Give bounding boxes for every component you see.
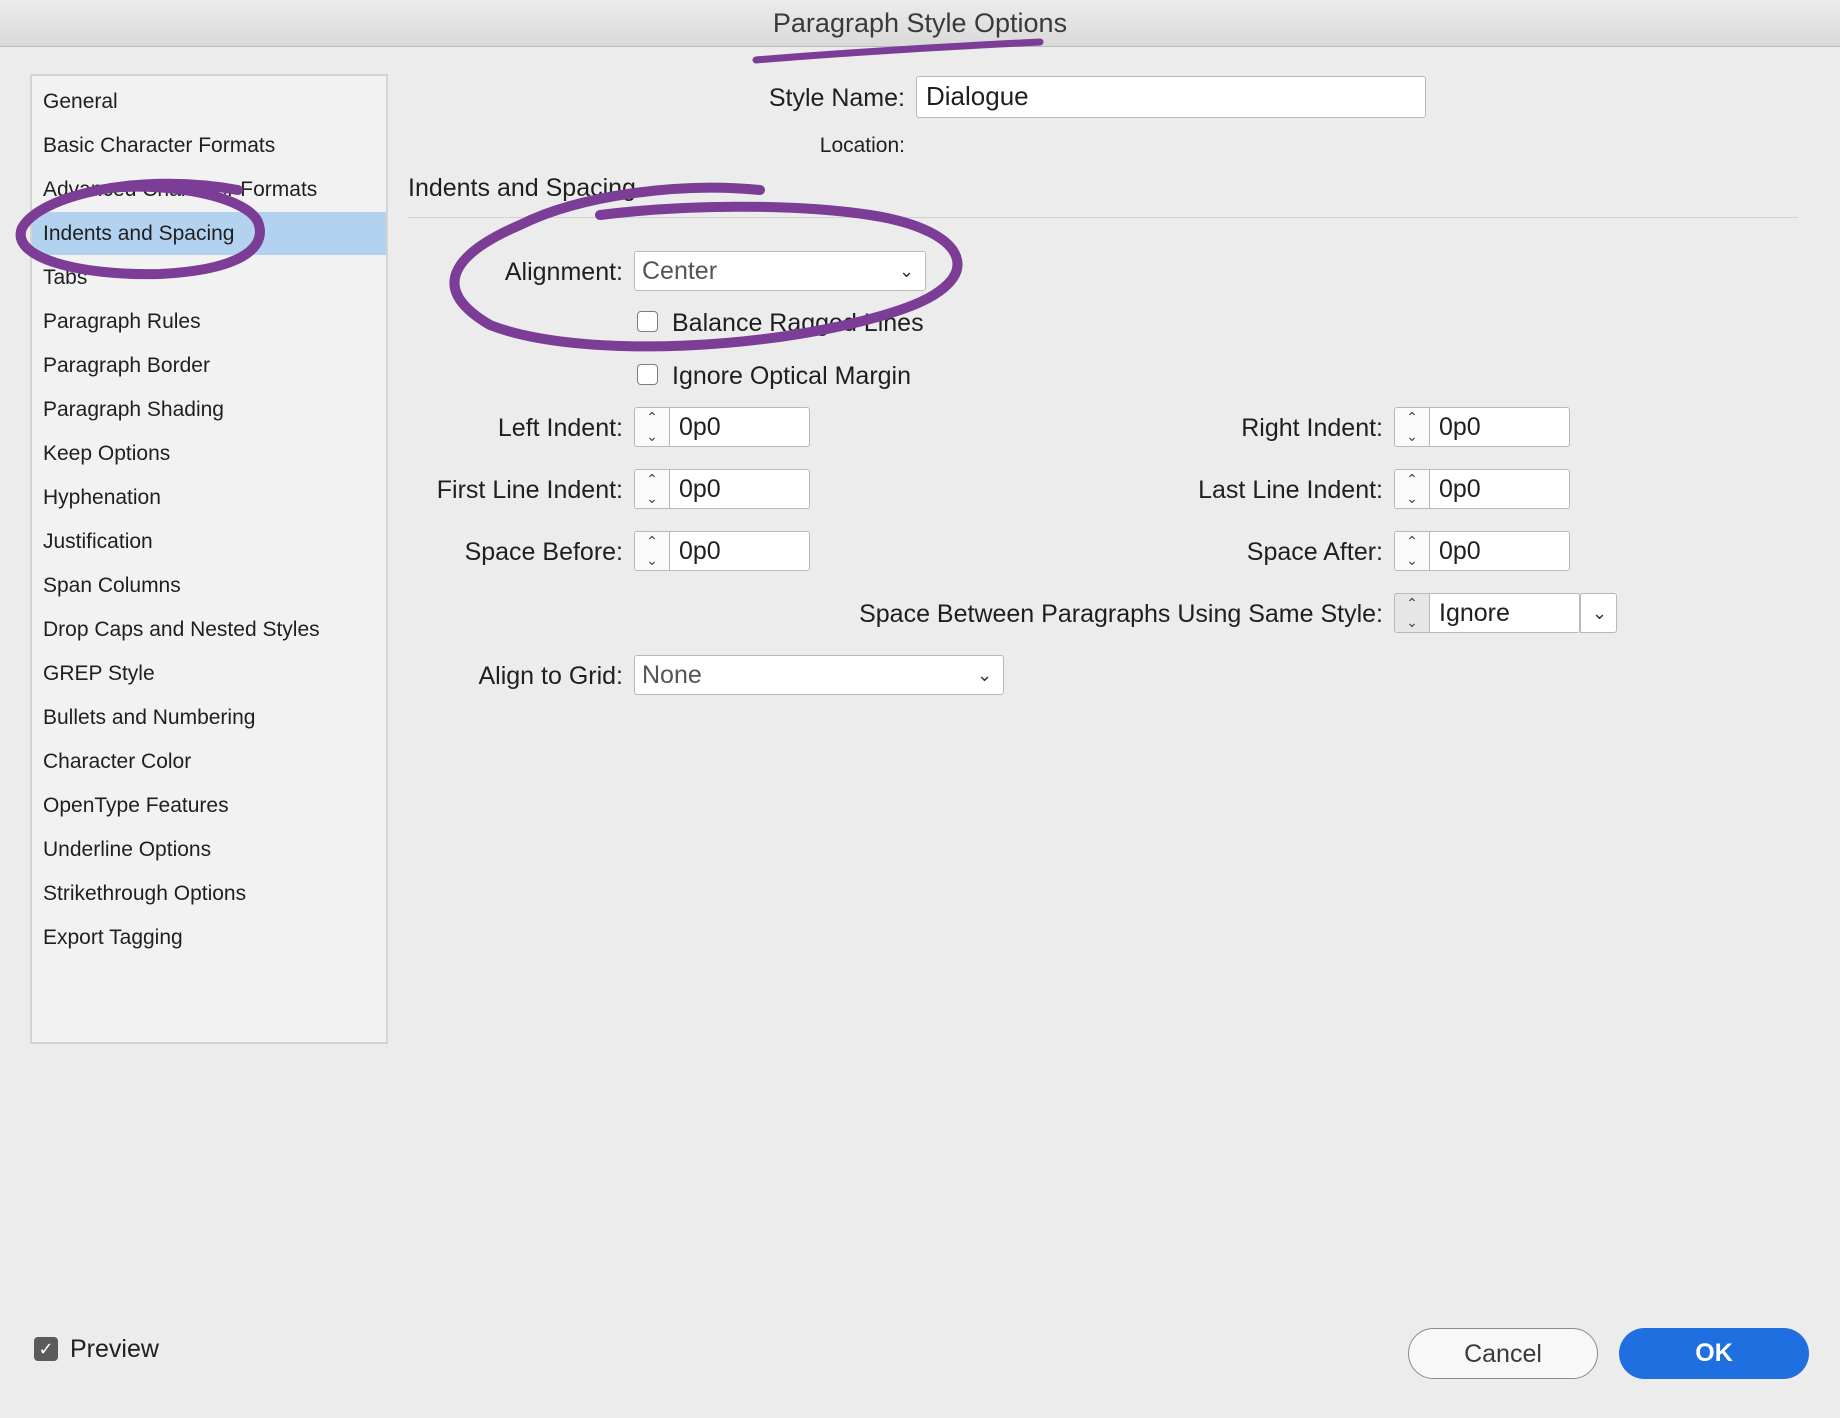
space-before-field[interactable]: 0p0	[670, 531, 810, 571]
sidebar-item-span-columns[interactable]: Span Columns	[32, 564, 386, 607]
stepper-down-icon[interactable]: ⌄	[635, 551, 669, 570]
last-line-indent-label: Last Line Indent:	[1198, 476, 1383, 504]
chevron-down-icon: ⌄	[899, 261, 915, 281]
last-line-indent-field[interactable]: 0p0	[1430, 469, 1570, 509]
ignore-optical-margin-checkbox[interactable]	[637, 364, 658, 385]
space-before-stepper[interactable]: ⌃ ⌄	[634, 531, 670, 571]
stepper-down-icon[interactable]: ⌄	[1395, 489, 1429, 508]
sidebar-item-hyphenation[interactable]: Hyphenation	[32, 476, 386, 519]
ignore-optical-margin-label: Ignore Optical Margin	[672, 362, 912, 390]
ok-button[interactable]: OK	[1619, 1328, 1809, 1379]
sidebar-item-paragraph-shading[interactable]: Paragraph Shading	[32, 388, 386, 431]
sidebar-item-keep-options[interactable]: Keep Options	[32, 432, 386, 475]
last-line-indent-stepper[interactable]: ⌃ ⌄	[1394, 469, 1430, 509]
space-before-label: Space Before:	[464, 538, 623, 566]
sidebar-item-drop-caps-and-nested-styles[interactable]: Drop Caps and Nested Styles	[32, 608, 386, 651]
align-to-grid-select[interactable]: None ⌄	[634, 655, 1004, 695]
left-indent-stepper[interactable]: ⌃ ⌄	[634, 407, 670, 447]
sidebar: General Basic Character Formats Advanced…	[30, 74, 388, 1044]
space-between-dropdown[interactable]: ⌄	[1580, 593, 1617, 633]
right-indent-stepper[interactable]: ⌃ ⌄	[1394, 407, 1430, 447]
sidebar-item-grep-style[interactable]: GREP Style	[32, 652, 386, 695]
location-label: Location:	[819, 134, 905, 157]
alignment-select[interactable]: Center ⌄	[634, 251, 926, 291]
chevron-down-icon: ⌄	[977, 665, 993, 685]
stepper-up-icon[interactable]: ⌃	[635, 470, 669, 489]
title-bar: Paragraph Style Options	[0, 0, 1840, 47]
sidebar-item-advanced-character-formats[interactable]: Advanced Character Formats	[32, 168, 386, 211]
sidebar-item-general[interactable]: General	[32, 80, 386, 123]
sidebar-item-character-color[interactable]: Character Color	[32, 740, 386, 783]
chevron-down-icon: ⌄	[1592, 603, 1608, 623]
stepper-up-icon[interactable]: ⌃	[1395, 594, 1429, 613]
sidebar-item-strikethrough-options[interactable]: Strikethrough Options	[32, 872, 386, 915]
sidebar-item-underline-options[interactable]: Underline Options	[32, 828, 386, 871]
section-divider	[408, 217, 1798, 218]
checkmark-icon: ✓	[38, 1339, 54, 1359]
stepper-down-icon[interactable]: ⌄	[635, 489, 669, 508]
alignment-value: Center	[642, 257, 718, 285]
right-indent-field[interactable]: 0p0	[1430, 407, 1570, 447]
stepper-down-icon[interactable]: ⌄	[1395, 613, 1429, 632]
align-to-grid-label: Align to Grid:	[478, 662, 623, 690]
space-after-stepper[interactable]: ⌃ ⌄	[1394, 531, 1430, 571]
first-line-indent-stepper[interactable]: ⌃ ⌄	[634, 469, 670, 509]
preview-checkbox[interactable]: ✓	[34, 1337, 58, 1361]
window-title: Paragraph Style Options	[772, 8, 1068, 38]
alignment-label: Alignment:	[504, 258, 623, 286]
sidebar-item-tabs[interactable]: Tabs	[32, 256, 386, 299]
stepper-up-icon[interactable]: ⌃	[635, 532, 669, 551]
style-name-label: Style Name:	[768, 84, 905, 112]
sidebar-item-bullets-and-numbering[interactable]: Bullets and Numbering	[32, 696, 386, 739]
sidebar-item-export-tagging[interactable]: Export Tagging	[32, 916, 386, 959]
cancel-button[interactable]: Cancel	[1408, 1328, 1598, 1379]
stepper-up-icon[interactable]: ⌃	[1395, 532, 1429, 551]
sidebar-item-indents-and-spacing[interactable]: Indents and Spacing	[32, 212, 386, 255]
style-name-field[interactable]: Dialogue	[916, 76, 1426, 118]
left-indent-label: Left Indent:	[497, 414, 623, 442]
first-line-indent-label: First Line Indent:	[436, 476, 623, 504]
align-to-grid-value: None	[642, 661, 702, 689]
balance-ragged-lines-checkbox[interactable]	[637, 311, 658, 332]
stepper-up-icon[interactable]: ⌃	[1395, 470, 1429, 489]
space-between-label: Space Between Paragraphs Using Same Styl…	[859, 600, 1383, 628]
sidebar-item-paragraph-rules[interactable]: Paragraph Rules	[32, 300, 386, 343]
space-after-label: Space After:	[1246, 538, 1383, 566]
stepper-up-icon[interactable]: ⌃	[1395, 408, 1429, 427]
stepper-down-icon[interactable]: ⌄	[1395, 427, 1429, 446]
stepper-down-icon[interactable]: ⌄	[1395, 551, 1429, 570]
sidebar-item-opentype-features[interactable]: OpenType Features	[32, 784, 386, 827]
space-between-stepper[interactable]: ⌃ ⌄	[1394, 593, 1430, 633]
stepper-down-icon[interactable]: ⌄	[635, 427, 669, 446]
first-line-indent-field[interactable]: 0p0	[670, 469, 810, 509]
section-title: Indents and Spacing	[408, 174, 636, 202]
preview-label: Preview	[70, 1335, 159, 1363]
balance-ragged-lines-label: Balance Ragged Lines	[672, 309, 924, 337]
sidebar-item-justification[interactable]: Justification	[32, 520, 386, 563]
sidebar-item-basic-character-formats[interactable]: Basic Character Formats	[32, 124, 386, 167]
space-between-field[interactable]: Ignore	[1430, 593, 1580, 633]
space-after-field[interactable]: 0p0	[1430, 531, 1570, 571]
sidebar-item-paragraph-border[interactable]: Paragraph Border	[32, 344, 386, 387]
right-indent-label: Right Indent:	[1241, 414, 1383, 442]
stepper-up-icon[interactable]: ⌃	[635, 408, 669, 427]
left-indent-field[interactable]: 0p0	[670, 407, 810, 447]
